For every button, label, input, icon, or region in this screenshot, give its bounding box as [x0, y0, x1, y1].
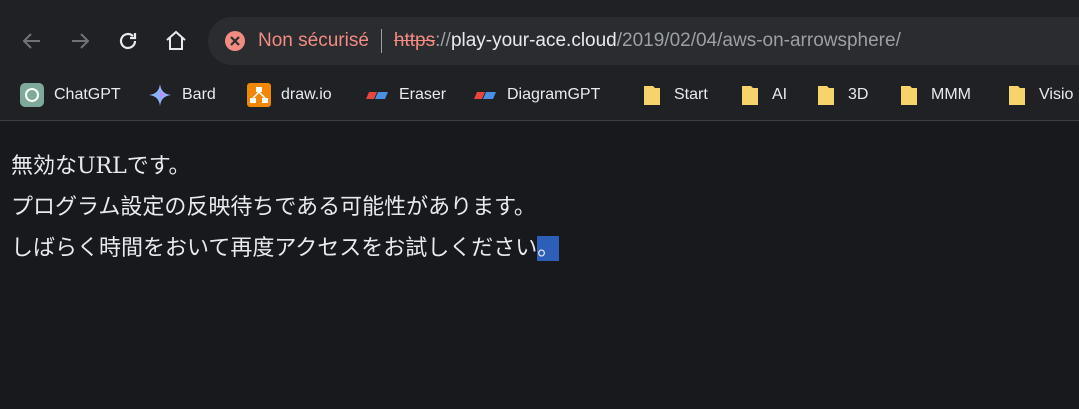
bookmark-folder-3d[interactable]: 3D	[814, 80, 868, 110]
bookmark-bard[interactable]: Bard	[148, 80, 216, 110]
url-separator: ://	[435, 30, 451, 51]
bookmark-folder-visio[interactable]: Visio	[1005, 80, 1073, 110]
url-scheme: https	[393, 30, 436, 51]
home-button[interactable]	[159, 24, 193, 58]
address-separator	[380, 29, 382, 53]
drawio-icon	[247, 83, 271, 107]
error-message-line-3: しばらく時間をおいて再度アクセスをお試しください。	[11, 228, 560, 269]
chatgpt-icon	[20, 83, 44, 107]
bookmark-label: Bard	[182, 86, 216, 103]
bookmark-folder-ai[interactable]: AI	[738, 80, 787, 110]
url-text[interactable]: https://play-your-ace.cloud/2019/02/04/a…	[394, 30, 901, 52]
bookmark-label: AI	[772, 86, 788, 103]
folder-icon	[738, 83, 762, 107]
security-label[interactable]: Non sécurisé	[258, 30, 369, 52]
bookmark-eraser[interactable]: Eraser	[365, 80, 446, 110]
back-button[interactable]	[15, 24, 49, 58]
reload-icon	[119, 32, 137, 50]
folder-icon	[814, 83, 838, 107]
eraser-icon	[365, 83, 389, 107]
back-arrow-icon	[22, 33, 40, 49]
bookmark-label: ChatGPT	[54, 86, 121, 103]
bookmarks-bar: ChatGPT Bard draw.io Eraser DiagramGPT S…	[0, 72, 1079, 121]
bard-sparkle-icon	[148, 83, 172, 107]
diagramgpt-icon	[473, 83, 497, 107]
folder-icon	[640, 83, 664, 107]
bookmark-folder-start[interactable]: Start	[640, 80, 708, 110]
not-secure-icon[interactable]	[224, 30, 246, 52]
page-content: 無効なURLです。 プログラム設定の反映待ちである可能性があります。 しばらく時…	[11, 146, 560, 269]
bookmark-label: 3D	[848, 86, 869, 103]
forward-button[interactable]	[63, 24, 97, 58]
browser-toolbar: Non sécurisé https://play-your-ace.cloud…	[0, 0, 1079, 80]
url-host: play-your-ace.cloud	[450, 30, 617, 51]
selected-text: 。	[537, 236, 560, 261]
bookmark-label: Eraser	[399, 86, 447, 103]
bookmark-diagramgpt[interactable]: DiagramGPT	[473, 80, 600, 110]
error-message-line-2: プログラム設定の反映待ちである可能性があります。	[11, 195, 536, 220]
address-bar[interactable]: Non sécurisé https://play-your-ace.cloud…	[208, 17, 1079, 65]
folder-icon	[897, 83, 921, 107]
bookmark-label: Start	[674, 86, 708, 103]
bookmark-label: Visio	[1039, 86, 1074, 103]
reload-button[interactable]	[111, 24, 145, 58]
folder-icon	[1005, 83, 1029, 107]
bookmark-folder-mmm[interactable]: MMM	[897, 80, 971, 110]
bookmark-chatgpt[interactable]: ChatGPT	[20, 80, 121, 110]
bookmark-label: DiagramGPT	[507, 86, 601, 103]
error-message-line-3-text: しばらく時間をおいて再度アクセスをお試しください	[11, 236, 538, 261]
bookmark-drawio[interactable]: draw.io	[247, 80, 332, 110]
home-icon	[166, 30, 186, 50]
error-message-line-1: 無効なURLです。	[11, 154, 191, 179]
forward-arrow-icon	[72, 33, 90, 49]
bookmark-label: draw.io	[281, 86, 332, 103]
bookmark-label: MMM	[931, 86, 971, 103]
url-path: /2019/02/04/aws-on-arrowsphere/	[616, 30, 901, 51]
